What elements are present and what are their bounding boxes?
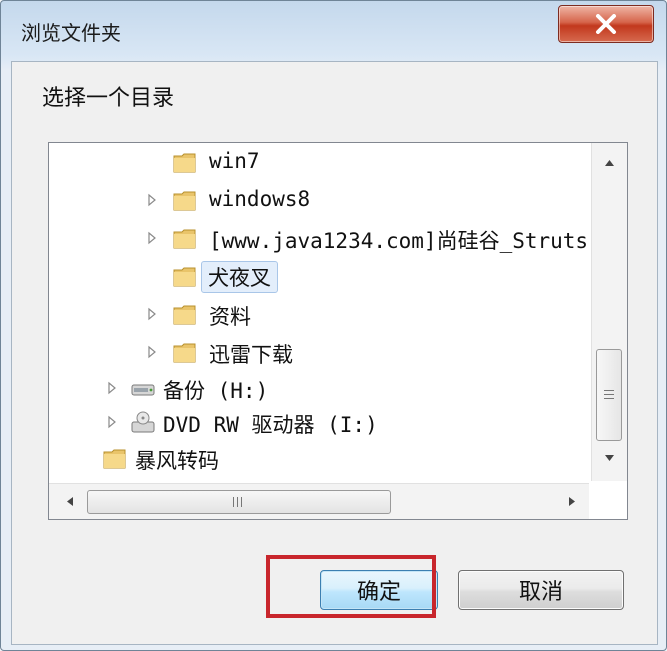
vertical-scrollbar[interactable] [591, 143, 627, 481]
tree-item-label: 暴风转码 [135, 449, 219, 473]
expand-arrow-icon[interactable] [147, 307, 157, 321]
close-button[interactable] [558, 5, 654, 43]
tree-item-label: 资料 [209, 305, 251, 329]
tree-item-label: 备份 (H:) [163, 379, 269, 403]
scroll-right-icon[interactable] [557, 484, 587, 519]
tree-item-label: windows8 [209, 187, 311, 211]
tree-item-label: win7 [209, 149, 260, 173]
grip-line [604, 390, 614, 391]
tree-item-label: 迅雷下载 [209, 343, 293, 367]
title-bar[interactable]: 浏览文件夹 [1, 1, 666, 59]
folder-tree[interactable]: win7 windows8 [www.java1234.com]尚硅谷_Stru… [48, 142, 628, 520]
cancel-button[interactable]: 取消 [458, 570, 624, 610]
browse-folder-dialog: 浏览文件夹 选择一个目录 win7 windows8 [www.java1234… [0, 0, 667, 651]
vertical-scroll-thumb[interactable] [596, 349, 622, 441]
folder-icon [173, 267, 196, 287]
grip-line [604, 394, 614, 395]
grip-line [241, 497, 242, 507]
expand-arrow-icon[interactable] [147, 345, 157, 359]
directory-prompt: 选择一个目录 [42, 86, 175, 111]
horizontal-scrollbar[interactable] [49, 483, 589, 519]
expand-arrow-icon[interactable] [147, 231, 157, 245]
folder-icon [173, 229, 196, 249]
dvd-drive-icon [131, 411, 155, 433]
expand-arrow-icon[interactable] [147, 193, 157, 207]
folder-icon [173, 343, 196, 363]
tree-view[interactable]: win7 windows8 [www.java1234.com]尚硅谷_Stru… [49, 143, 589, 481]
hard-drive-icon [131, 384, 155, 396]
grip-line [233, 497, 234, 507]
red-highlight-annotation [266, 555, 436, 618]
folder-icon [103, 449, 126, 469]
scroll-up-icon[interactable] [592, 147, 627, 177]
folder-icon [173, 153, 196, 173]
scroll-left-icon[interactable] [55, 484, 85, 519]
folder-icon [173, 305, 196, 325]
horizontal-scroll-thumb[interactable] [87, 490, 391, 514]
tree-item-label: 犬夜叉 [201, 261, 278, 293]
window-title: 浏览文件夹 [21, 21, 121, 45]
tree-item-label: [www.java1234.com]尚硅谷_Struts2 [209, 229, 589, 253]
expand-arrow-icon[interactable] [107, 415, 117, 429]
grip-line [604, 398, 614, 399]
tree-item-label: DVD RW 驱动器 (I:) [163, 413, 378, 437]
close-icon [596, 14, 616, 34]
grip-line [237, 497, 238, 507]
folder-icon [173, 191, 196, 211]
expand-arrow-icon[interactable] [107, 381, 117, 395]
scroll-down-icon[interactable] [592, 443, 627, 473]
